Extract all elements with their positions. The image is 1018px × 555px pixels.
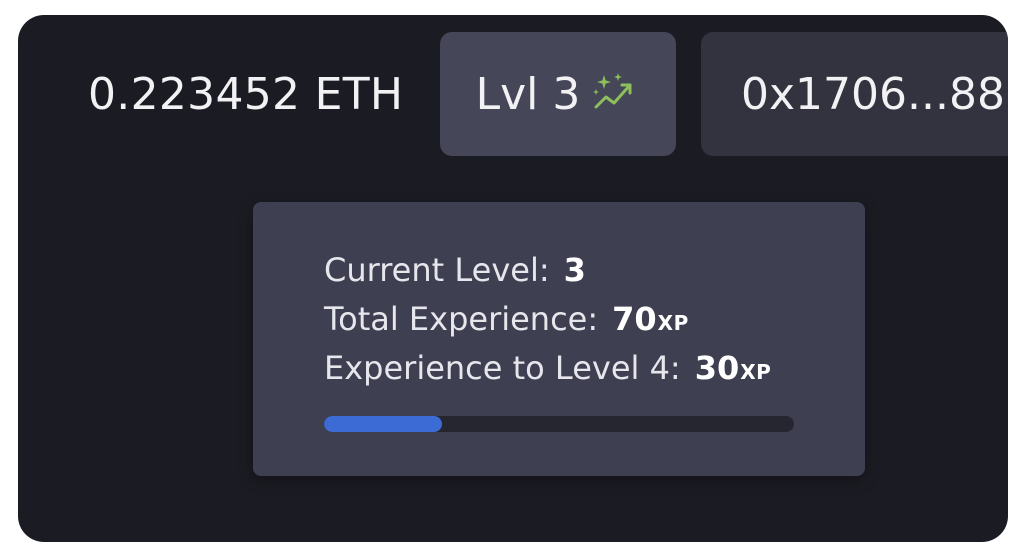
xp-to-next-label: Experience to Level 4: bbox=[324, 349, 681, 387]
total-xp-label: Total Experience: bbox=[324, 300, 599, 338]
level-label: Lvl 3 bbox=[475, 68, 581, 120]
sparkle-trend-icon bbox=[590, 71, 640, 117]
wallet-address-button[interactable]: 0x1706...88 bbox=[701, 32, 1008, 156]
level-tooltip: Current Level: 3 Total Experience: 70XP Ex… bbox=[253, 202, 865, 476]
total-xp-row: Total Experience: 70XP bbox=[324, 299, 689, 343]
xp-unit: XP bbox=[740, 360, 772, 384]
current-level-row: Current Level: 3 bbox=[324, 250, 586, 290]
xp-to-next-row: Experience to Level 4: 30XP bbox=[324, 348, 771, 392]
xp-progress-bar bbox=[324, 416, 794, 432]
total-xp-value: 70 bbox=[612, 300, 657, 338]
xp-unit: XP bbox=[657, 311, 689, 335]
xp-progress-fill bbox=[324, 416, 442, 432]
xp-to-next-value: 30 bbox=[694, 349, 740, 387]
wallet-address: 0x1706...88 bbox=[741, 68, 1005, 120]
current-level-value: 3 bbox=[563, 251, 586, 289]
eth-balance: 0.223452 ETH bbox=[88, 69, 404, 120]
current-level-label: Current Level: bbox=[324, 251, 550, 289]
level-button[interactable]: Lvl 3 bbox=[440, 32, 676, 156]
wallet-header-panel: 0.223452 ETH Lvl 3 0x1706...88 Current L… bbox=[18, 15, 1008, 542]
